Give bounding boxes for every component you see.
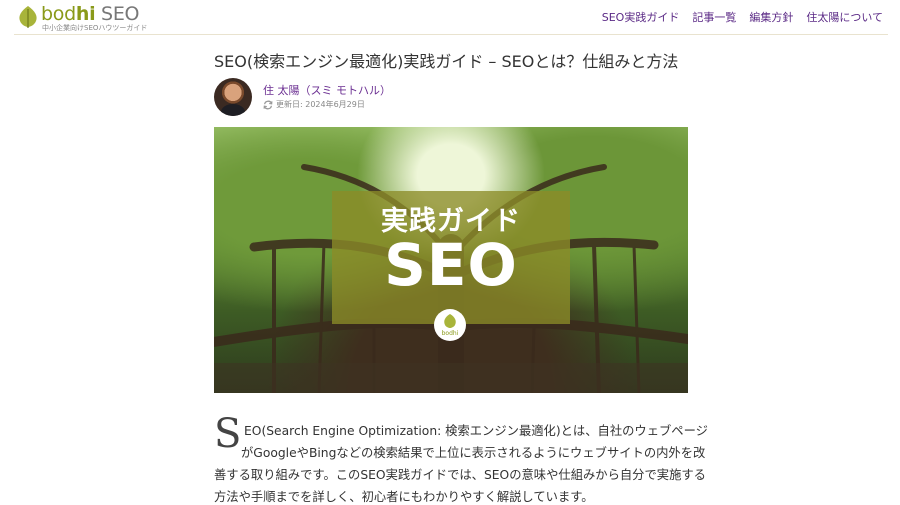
logo-text-bod: bod xyxy=(41,3,76,25)
logo-text-seo: SEO xyxy=(95,3,140,25)
hero-title-badge: 実践ガイド SEO xyxy=(332,191,570,324)
main-nav: SEO実践ガイド 記事一覧 編集方針 住太陽について xyxy=(602,9,883,25)
body-text-line: EO(Search Engine Optimization: 検索エンジン最適化… xyxy=(244,424,708,438)
header-divider xyxy=(14,34,888,35)
nav-item-articles[interactable]: 記事一覧 xyxy=(692,9,736,25)
author-name-link[interactable]: 住 太陽（スミ モトハル） xyxy=(263,82,391,98)
body-text-line: 善する取り組みです。このSEO実践ガイドでは、SEOの意味や仕組みから自分で実施… xyxy=(214,468,706,482)
updated-date-text: 更新日: 2024年6月29日 xyxy=(276,100,365,109)
body-text-line: 方法や手順までを詳しく、初心者にもわかりやすく解説しています。 xyxy=(214,490,594,504)
hero-logo-text: bodhi xyxy=(441,330,459,337)
logo-wordmark: bodhi SEO xyxy=(41,3,139,25)
hero-image: 実践ガイド SEO bodhi xyxy=(214,127,688,393)
nav-item-about[interactable]: 住太陽について xyxy=(806,9,883,25)
leaf-icon xyxy=(444,314,456,328)
nav-item-seo-guide[interactable]: SEO実践ガイド xyxy=(602,9,680,25)
article-title: SEO(検索エンジン最適化)実践ガイド – SEOとは？仕組みと方法 xyxy=(214,52,679,71)
logo-text-hi: hi xyxy=(75,3,96,25)
hero-heading: SEO xyxy=(384,231,518,299)
leaf-logo-icon xyxy=(19,6,37,28)
drop-cap: S xyxy=(214,411,242,457)
body-text-line: がGoogleやBingなどの検索結果で上位に表示されるようにウェブサイトの内外… xyxy=(241,446,706,460)
nav-item-editorial-policy[interactable]: 編集方針 xyxy=(749,9,793,25)
author-avatar[interactable] xyxy=(214,78,252,116)
hero-brand-logo: bodhi xyxy=(434,309,466,341)
refresh-icon xyxy=(263,100,273,109)
logo-tagline: 中小企業向けSEOハウツーガイド xyxy=(42,24,148,32)
updated-date: 更新日: 2024年6月29日 xyxy=(263,99,365,110)
site-header: bodhi SEO 中小企業向けSEOハウツーガイド SEO実践ガイド 記事一覧… xyxy=(0,0,900,36)
